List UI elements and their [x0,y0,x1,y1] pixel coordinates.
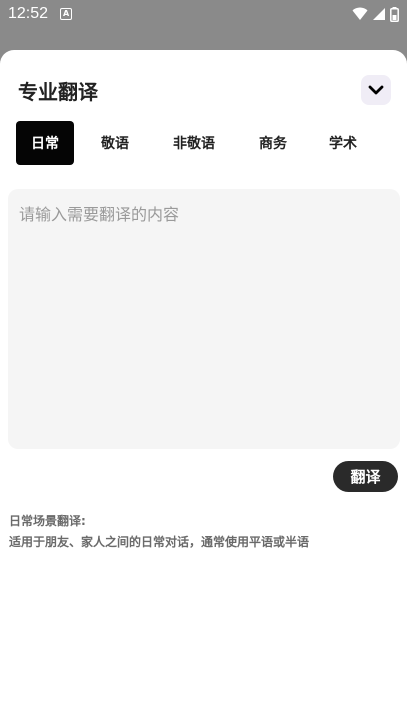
tone-tabs: 日常 敬语 非敬语 商务 学术 [16,121,397,165]
sheet-header: 专业翻译 [18,72,391,108]
chevron-down-icon [368,85,384,95]
collapse-button[interactable] [361,75,391,105]
translate-button[interactable]: 翻译 [333,461,398,492]
tab-academic[interactable]: 学术 [314,121,372,165]
translation-input[interactable] [8,189,400,449]
wifi-icon [352,7,368,20]
status-icons [352,6,399,22]
tab-non-honorific[interactable]: 非敬语 [156,121,232,165]
status-bar: 12:52 A [0,0,407,28]
scene-description-body: 适用于朋友、家人之间的日常对话，通常使用平语或半语 [9,535,310,549]
tab-honorific[interactable]: 敬语 [74,121,156,165]
tab-daily[interactable]: 日常 [16,121,74,165]
scene-description: 日常场景翻译: 适用于朋友、家人之间的日常对话，通常使用平语或半语 [9,511,399,553]
status-time: 12:52 [8,5,49,22]
a-letter-icon: A [60,8,73,20]
sheet-title: 专业翻译 [18,79,98,104]
battery-icon [390,6,399,22]
signal-icon [373,8,385,20]
tab-business[interactable]: 商务 [232,121,314,165]
scene-description-heading: 日常场景翻译: [9,514,86,528]
translation-sheet: 专业翻译 日常 敬语 非敬语 商务 学术 翻译 日常场景翻译: 适用于朋友、家人… [0,50,407,725]
